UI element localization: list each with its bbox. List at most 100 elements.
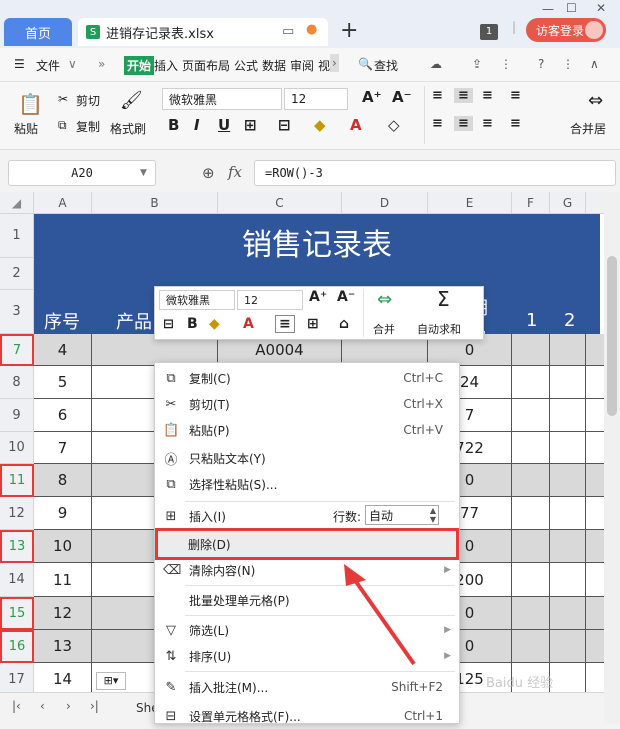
tab-view[interactable]: 视: [318, 57, 330, 74]
tab-page-layout[interactable]: 页面布局: [182, 57, 230, 74]
close-icon[interactable]: ✕: [596, 1, 606, 15]
collapse-ribbon-icon[interactable]: ∧: [590, 57, 599, 71]
fill-color-icon[interactable]: ◆: [314, 116, 326, 134]
decrease-font-icon[interactable]: A⁻: [337, 289, 355, 305]
table-cell[interactable]: [550, 432, 586, 463]
maximize-icon[interactable]: ☐: [566, 1, 577, 15]
menu-item-copy[interactable]: ⧉ 复制(C) Ctrl+C: [155, 365, 459, 391]
paste-icon[interactable]: 📋: [18, 92, 43, 116]
search-icon[interactable]: 🔍: [358, 57, 373, 71]
quick-analysis-icon[interactable]: ⊞▾: [96, 672, 126, 690]
menu-item-paste-special[interactable]: ⧉ 选择性粘贴(S)...: [155, 471, 459, 497]
merge-button[interactable]: 合并: [373, 321, 395, 337]
menu-item-clear[interactable]: ⌫ 清除内容(N) ▶: [155, 557, 459, 583]
tab-home[interactable]: 首页: [4, 18, 72, 46]
column-header-g[interactable]: G: [550, 192, 586, 214]
font-color-icon[interactable]: A: [350, 116, 362, 134]
menu-item-insert[interactable]: ⊞ 插入(I) 行数: 自动 ▲ ▼: [155, 503, 459, 529]
clear-format-icon[interactable]: ◇: [388, 116, 400, 134]
menu-item-filter[interactable]: ▽ 筛选(L) ▶: [155, 617, 459, 643]
row-header[interactable]: 12: [0, 497, 34, 530]
table-cell[interactable]: [550, 563, 586, 596]
clear-icon[interactable]: ⌂: [339, 316, 349, 332]
table-cell[interactable]: 14: [34, 663, 92, 692]
row-header[interactable]: 17: [0, 663, 34, 692]
bold-button[interactable]: B: [168, 116, 179, 134]
justify-icon[interactable]: ≡: [510, 116, 521, 131]
orientation-icon[interactable]: ≡: [510, 88, 521, 103]
bold-button[interactable]: B: [187, 316, 198, 332]
borders-icon[interactable]: ⊞: [307, 316, 319, 332]
table-cell[interactable]: [550, 366, 586, 398]
row-header[interactable]: 15: [0, 597, 34, 630]
font-size-select[interactable]: 12: [284, 88, 348, 110]
row-header[interactable]: 11: [0, 464, 34, 497]
copy-icon[interactable]: ⧉: [58, 118, 67, 133]
row-header[interactable]: 1: [0, 214, 34, 258]
merge-format-icon[interactable]: ⊟: [278, 116, 291, 134]
cut-button[interactable]: 剪切: [76, 92, 100, 109]
column-header-e[interactable]: E: [428, 192, 512, 214]
table-cell[interactable]: [512, 563, 550, 596]
format-painter-button[interactable]: 格式刷: [110, 120, 146, 137]
fill-color-icon[interactable]: ◆: [209, 316, 220, 332]
menu-item-paste-text[interactable]: Ⓐ 只粘贴文本(Y): [155, 445, 459, 471]
mini-font-size-select[interactable]: 12: [237, 290, 303, 310]
menu-item-batch[interactable]: 批量处理单元格(P): [155, 587, 459, 613]
cloud-icon[interactable]: ☁: [430, 57, 442, 71]
align-bottom-icon[interactable]: ≡: [482, 88, 493, 103]
table-cell[interactable]: [512, 366, 550, 398]
tab-data[interactable]: 数据: [262, 57, 286, 74]
prev-sheet-icon[interactable]: ‹: [40, 699, 45, 713]
vertical-scrollbar[interactable]: [604, 192, 620, 724]
column-header-f[interactable]: F: [512, 192, 550, 214]
scissors-icon[interactable]: ✂: [58, 92, 68, 106]
new-tab-icon[interactable]: +: [340, 18, 358, 43]
table-cell[interactable]: 9: [34, 497, 92, 529]
merge-center-icon[interactable]: ⇔: [588, 90, 603, 111]
search-label[interactable]: 查找: [374, 57, 398, 74]
table-cell[interactable]: [512, 530, 550, 562]
table-cell[interactable]: 4: [34, 334, 92, 365]
rows-input[interactable]: 自动 ▲ ▼: [365, 505, 439, 525]
align-left-icon[interactable]: ≡: [432, 116, 443, 131]
table-cell[interactable]: 11: [34, 563, 92, 596]
chevron-down-icon[interactable]: ▼: [140, 168, 147, 178]
table-cell[interactable]: [512, 464, 550, 496]
merge-icon[interactable]: ⇔: [377, 289, 392, 310]
menu-item-cut[interactable]: ✂ 剪切(T) Ctrl+X: [155, 391, 459, 417]
table-cell[interactable]: [512, 334, 550, 365]
merge-center-button[interactable]: 合并居: [570, 120, 606, 137]
table-cell[interactable]: [550, 399, 586, 431]
increase-font-icon[interactable]: A⁺: [309, 289, 327, 305]
menu-item-sort[interactable]: ⇅ 排序(U) ▶: [155, 643, 459, 669]
table-cell[interactable]: [550, 464, 586, 496]
row-header[interactable]: 9: [0, 399, 34, 432]
format-icon[interactable]: ⊟: [163, 317, 174, 332]
tab-start[interactable]: 开始: [124, 56, 155, 75]
decrease-font-icon[interactable]: A⁻: [392, 88, 412, 106]
table-cell[interactable]: [512, 597, 550, 629]
scrollbar-thumb[interactable]: [607, 256, 617, 416]
table-cell[interactable]: 12: [34, 597, 92, 629]
underline-button[interactable]: U: [218, 116, 230, 134]
tab-review[interactable]: 审阅: [290, 57, 314, 74]
table-cell[interactable]: [512, 432, 550, 463]
table-cell[interactable]: 5: [34, 366, 92, 398]
column-header-a[interactable]: A: [34, 192, 92, 214]
tab-formula[interactable]: 公式: [234, 57, 258, 74]
italic-button[interactable]: I: [194, 116, 200, 134]
borders-icon[interactable]: ⊞: [244, 116, 257, 134]
table-cell[interactable]: 13: [34, 630, 92, 662]
chevron-down-icon[interactable]: ∨: [68, 57, 77, 71]
help-icon[interactable]: ?: [538, 57, 544, 71]
login-button[interactable]: 访客登录: [526, 18, 606, 42]
column-header-c[interactable]: C: [218, 192, 342, 214]
minimize-icon[interactable]: —: [542, 2, 554, 16]
align-center-icon[interactable]: ≡: [454, 116, 473, 131]
table-cell[interactable]: [550, 497, 586, 529]
table-cell[interactable]: [512, 497, 550, 529]
row-header[interactable]: 14: [0, 563, 34, 597]
align-middle-icon[interactable]: ≡: [454, 88, 473, 103]
more-icon[interactable]: »: [98, 57, 105, 71]
